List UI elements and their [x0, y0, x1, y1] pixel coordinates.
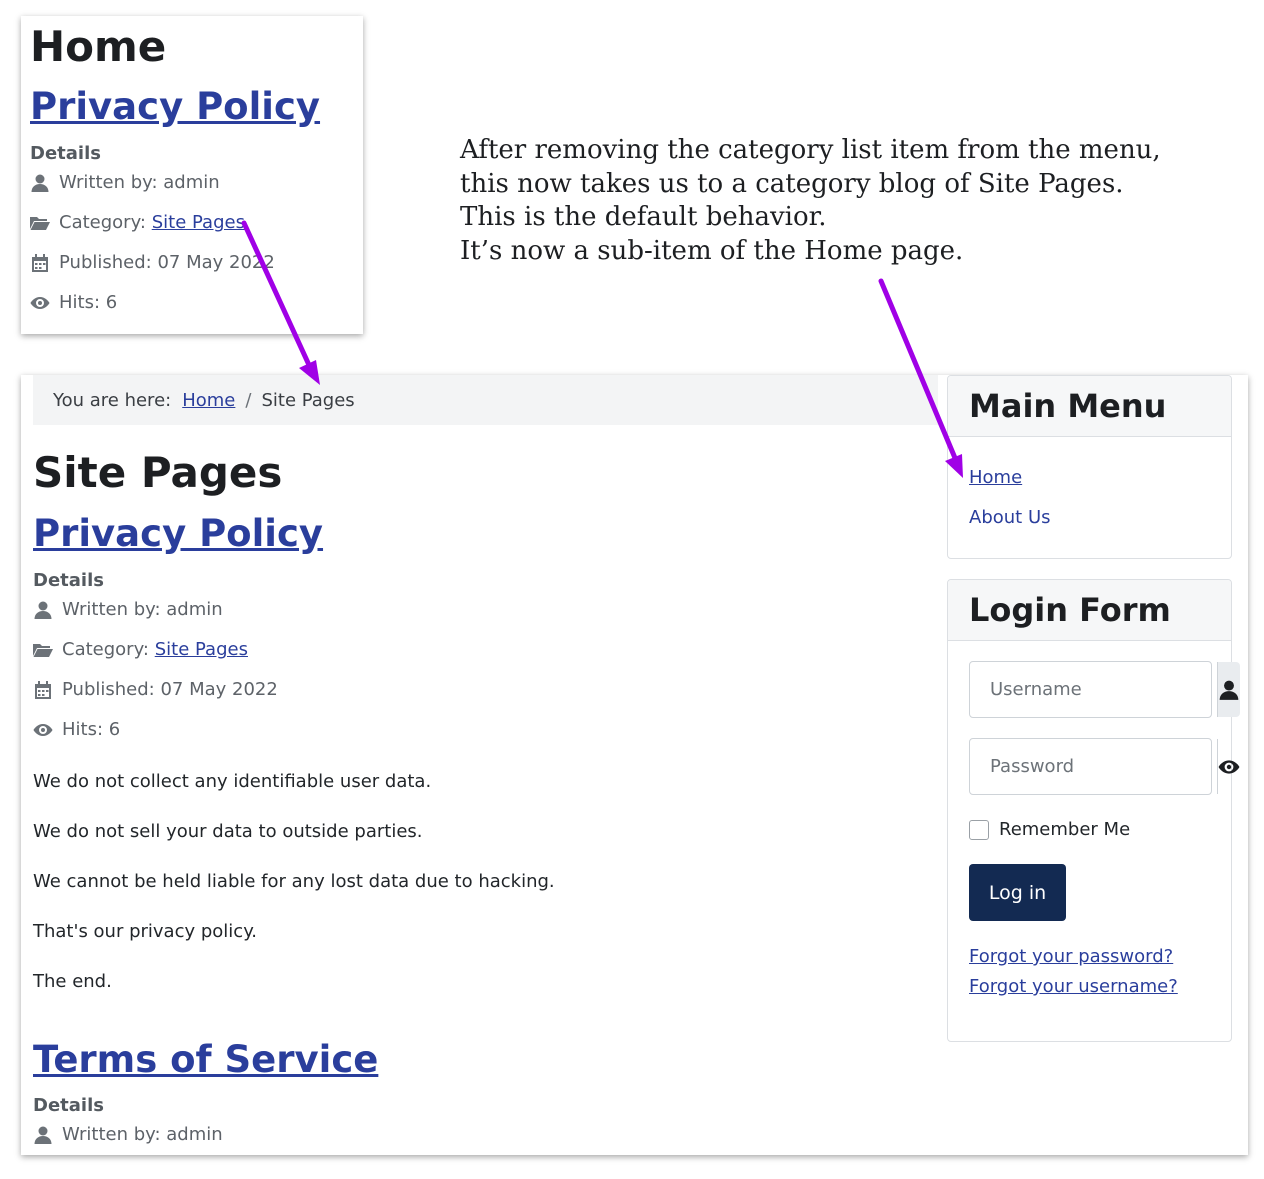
username-addon — [1217, 662, 1240, 717]
login-form-title: Login Form — [948, 580, 1231, 641]
forgot-password-link[interactable]: Forgot your password? — [969, 946, 1173, 967]
eye-icon — [1218, 759, 1240, 774]
log-in-button[interactable]: Log in — [969, 864, 1066, 921]
breadcrumb-home-link[interactable]: Home — [182, 390, 235, 411]
main-menu-title: Main Menu — [948, 376, 1231, 437]
written-by: Written by: admin — [33, 599, 223, 620]
calendar-icon — [35, 680, 51, 699]
page-title: Site Pages — [33, 448, 283, 497]
folder-open-icon — [30, 216, 50, 230]
password-group — [969, 738, 1240, 795]
hits-meta: Hits: 6 — [33, 719, 120, 740]
folder-open-icon — [33, 643, 53, 657]
article-paragraph: We cannot be held liable for any lost da… — [33, 871, 555, 892]
annotation-text: After removing the category list item fr… — [460, 134, 1161, 268]
user-icon — [34, 1126, 52, 1144]
username-group — [969, 661, 1240, 718]
category-link[interactable]: Site Pages — [152, 212, 245, 233]
details-label: Details — [33, 1095, 104, 1116]
breadcrumb-label: You are here: — [53, 389, 172, 411]
remember-me-label: Remember Me — [999, 819, 1131, 840]
hits-meta: Hits: 6 — [30, 292, 117, 313]
article-title-link[interactable]: Terms of Service — [33, 1038, 378, 1081]
article-paragraph: We do not collect any identifiable user … — [33, 771, 432, 792]
main-menu-module: Main Menu Home About Us — [947, 375, 1232, 559]
breadcrumb-current: Site Pages — [261, 389, 355, 411]
privacy-policy-link[interactable]: Privacy Policy — [30, 85, 320, 128]
category-link[interactable]: Site Pages — [155, 639, 248, 660]
article-paragraph: That's our privacy policy. — [33, 921, 258, 942]
user-icon — [1219, 680, 1239, 700]
written-by: Written by: admin — [30, 172, 220, 193]
annotation-line: After removing the category list item fr… — [460, 135, 1161, 165]
category-meta: Category: Site Pages — [33, 639, 248, 660]
top-card-screenshot: Home Privacy Policy Details Written by: … — [21, 16, 363, 334]
home-heading: Home — [30, 22, 167, 71]
user-icon — [34, 601, 52, 619]
published-meta: Published: 07 May 2022 — [33, 679, 278, 700]
written-by: Written by: admin — [33, 1124, 223, 1145]
breadcrumb: You are here: Home / Site Pages — [33, 375, 938, 425]
eye-icon — [33, 723, 53, 736]
user-icon — [31, 174, 49, 192]
article-paragraph: The end. — [33, 971, 112, 992]
show-password-button[interactable] — [1217, 739, 1240, 794]
username-input[interactable] — [970, 662, 1217, 717]
calendar-icon — [32, 253, 48, 272]
menu-item-about-us[interactable]: About Us — [969, 507, 1051, 528]
eye-icon — [30, 296, 50, 309]
annotation-line: This is the default behavior. — [460, 202, 827, 232]
category-meta: Category: Site Pages — [30, 212, 245, 233]
details-label: Details — [30, 143, 101, 164]
forgot-username-link[interactable]: Forgot your username? — [969, 976, 1178, 997]
published-meta: Published: 07 May 2022 — [30, 252, 275, 273]
annotation-line: this now takes us to a category blog of … — [460, 168, 1124, 199]
details-label: Details — [33, 570, 104, 591]
article-title-link[interactable]: Privacy Policy — [33, 512, 323, 555]
article-paragraph: We do not sell your data to outside part… — [33, 821, 423, 842]
password-input[interactable] — [970, 739, 1217, 794]
main-page-screenshot: You are here: Home / Site Pages Site Pag… — [21, 375, 1248, 1155]
breadcrumb-separator: / — [245, 389, 252, 411]
menu-item-home[interactable]: Home — [969, 467, 1022, 488]
annotation-line: It’s now a sub-item of the Home page. — [460, 235, 964, 266]
login-form-module: Login Form Remember Me Log in Forgot you… — [947, 579, 1240, 1042]
remember-me-checkbox[interactable] — [969, 820, 989, 840]
